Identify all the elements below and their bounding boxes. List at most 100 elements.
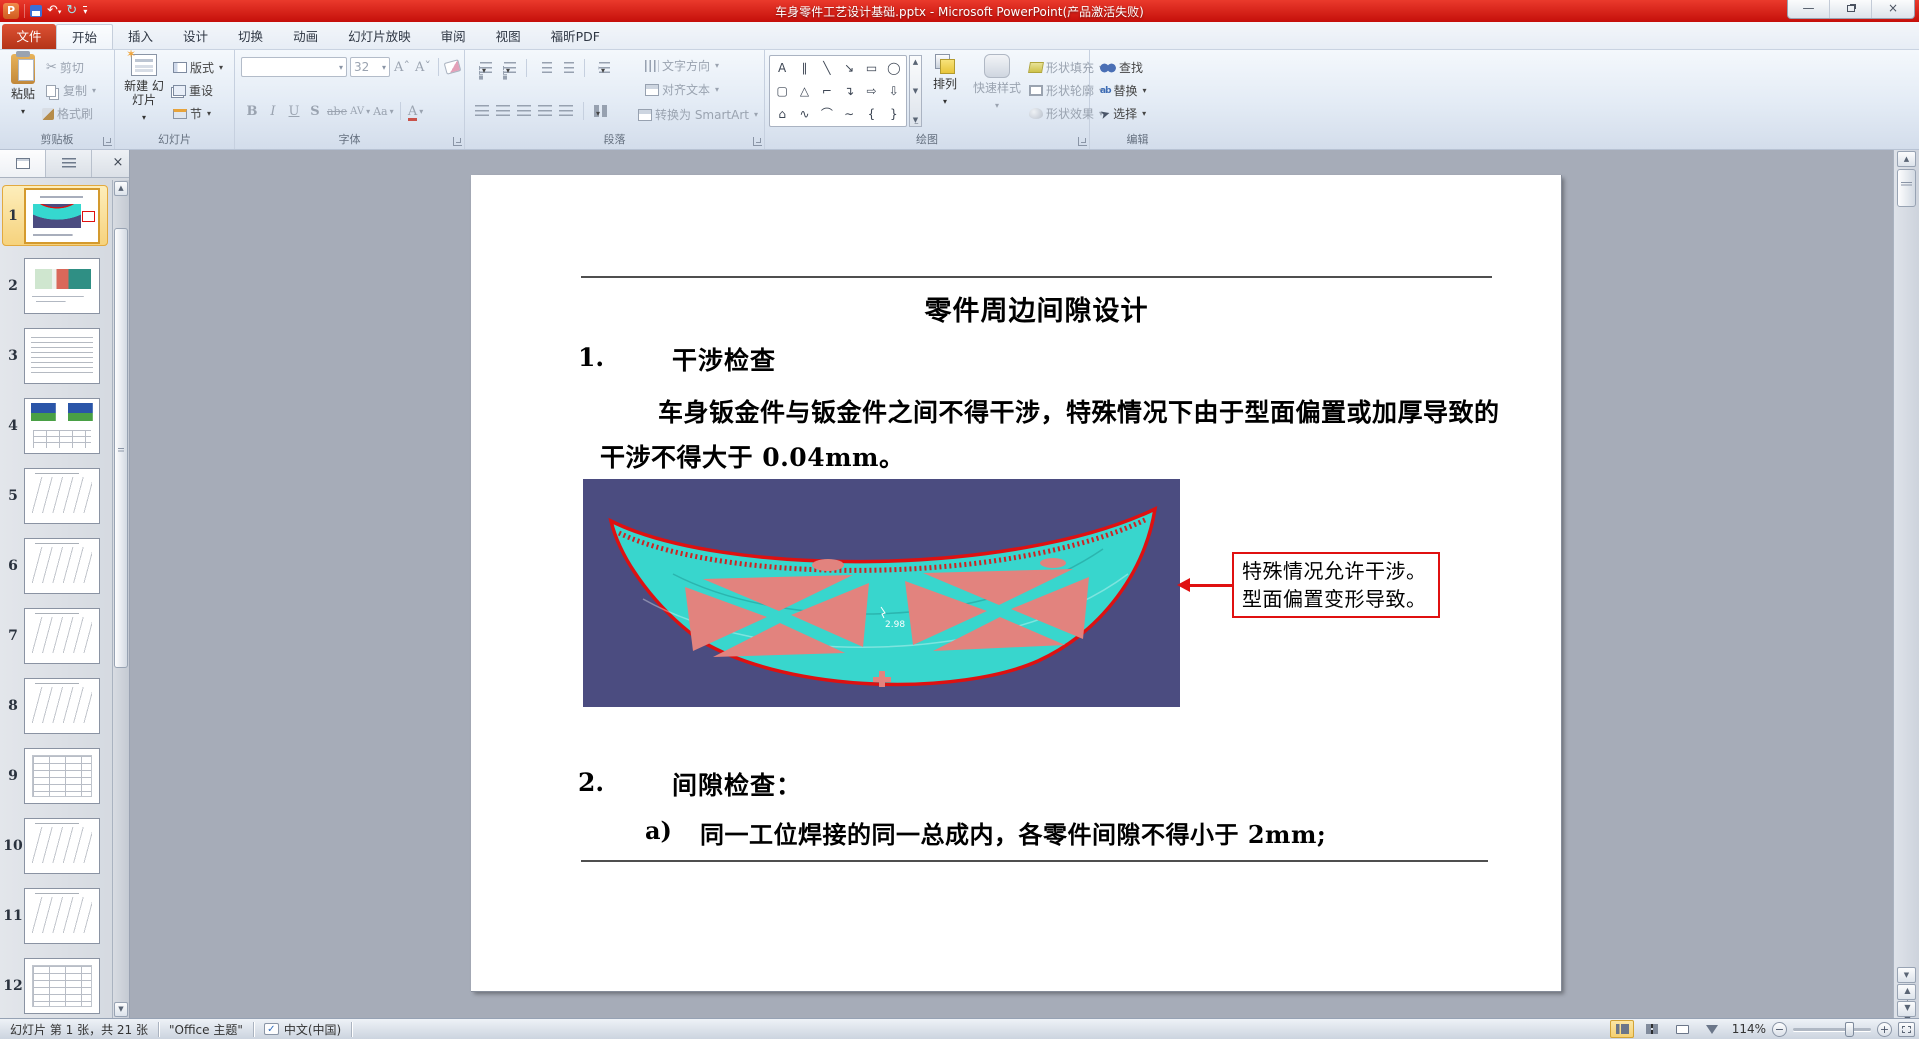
slide-thumbnail-7[interactable]: 7 [2,605,108,666]
tab-home[interactable]: 开始 [56,24,114,49]
tab-view[interactable]: 视图 [481,24,536,49]
tab-foxit-pdf[interactable]: 福昕PDF [536,24,615,49]
bold-button[interactable]: B [243,102,261,120]
tab-animations[interactable]: 动画 [278,24,333,49]
underline-button[interactable]: U [285,102,303,120]
arc-shape-icon[interactable]: ⌒ [821,104,833,124]
arrow-shape-icon[interactable]: ↘ [844,58,854,78]
drawing-dialog-launcher[interactable] [1078,137,1087,146]
copy-button[interactable]: 复制 [46,82,96,99]
gap-check-rule-text[interactable]: 同一工位焊接的同一总成内，各零件间隙不得小于 2mm; [700,815,1326,850]
replace-button[interactable]: ab 替换 [1100,82,1147,99]
align-text-button[interactable]: 对齐文本 [645,81,719,98]
clipboard-dialog-launcher[interactable] [103,137,112,146]
slides-thumbnails-tab[interactable] [0,150,46,177]
tab-design[interactable]: 设计 [168,24,223,49]
line-spacing-button[interactable] [599,62,610,74]
align-left-button[interactable] [475,105,489,117]
fit-slide-to-window-button[interactable] [1898,1021,1915,1037]
body-text-line-1[interactable]: 车身钣金件与钣金件之间不得干涉，特殊情况下由于型面偏置或加厚导致的 [658,393,1500,429]
minimize-button[interactable]: — [1788,0,1830,18]
scrollbar-thumb[interactable] [1897,169,1916,207]
undo-icon[interactable]: ↶▾ [47,3,61,20]
arrange-button[interactable]: 排列 [925,54,965,126]
layout-button[interactable]: 版式 [173,59,223,76]
convert-to-smartart-button[interactable]: 转换为 SmartArt [638,106,758,123]
scribble-shape-icon[interactable]: ∿ [799,104,809,124]
slideshow-view-button[interactable] [1700,1020,1724,1038]
slide-editing-area[interactable]: 零件周边间隙设计 1. 干涉检查 车身钣金件与钣金件之间不得干涉，特殊情况下由于… [471,175,1561,991]
right-arrow-shape-icon[interactable]: ⇨ [866,81,876,101]
paragraph-dialog-launcher[interactable] [753,137,762,146]
close-pane-icon[interactable]: × [107,150,129,177]
paste-button[interactable]: 粘贴 [2,51,44,126]
next-slide-button[interactable]: ▼▼ [1897,1001,1916,1024]
language-status[interactable]: ✓ 中文(中国) [254,1021,351,1038]
align-center-button[interactable] [496,105,510,117]
numbering-button[interactable] [504,62,516,74]
slide-thumbnail-6[interactable]: 6 [2,535,108,596]
redo-icon[interactable]: ↻ [66,3,77,19]
slide-thumbnail-5[interactable]: 5 [2,465,108,526]
editing-canvas[interactable]: 零件周边间隙设计 1. 干涉检查 车身钣金件与钣金件之间不得干涉，特殊情况下由于… [130,150,1893,1018]
font-color-icon[interactable]: A [407,104,418,121]
strikethrough-button[interactable]: abe [327,102,347,120]
clear-formatting-icon[interactable] [443,59,462,75]
slide-thumbnail-1[interactable]: 1 [2,185,108,246]
down-arrow-shape-icon[interactable]: ⇩ [889,81,899,101]
normal-view-button[interactable] [1610,1020,1634,1038]
body-text-line-2[interactable]: 干涉不得大于 0.04mm。 [600,438,905,474]
panel-scrollbar[interactable]: ▲ ▼ [112,180,129,1018]
rectangle-shape-icon[interactable]: ▭ [866,58,877,78]
tab-file[interactable]: 文件 [2,24,56,49]
heading-interference-check[interactable]: 干涉检查 [672,341,776,377]
zoom-slider-thumb[interactable] [1845,1021,1854,1037]
tab-review[interactable]: 审阅 [426,24,481,49]
quick-styles-button[interactable]: 快速样式 [969,54,1025,126]
grow-font-button[interactable]: Aˆ [393,58,411,76]
align-right-button[interactable] [517,105,531,117]
scroll-up-button[interactable]: ▲ [1897,151,1916,167]
cad-interference-image[interactable]: 2.98 [583,479,1180,707]
close-button[interactable]: × [1872,0,1914,18]
change-case-button[interactable]: Aa [373,102,394,120]
shrink-font-button[interactable]: Aˇ [414,58,432,76]
panel-scrollbar-thumb[interactable] [114,228,128,668]
find-button[interactable]: 查找 [1100,59,1143,76]
character-spacing-button[interactable]: AV [350,102,370,120]
oval-shape-icon[interactable]: ◯ [887,58,900,78]
slide-thumbnail-11[interactable]: 11 [2,885,108,946]
restore-button[interactable] [1830,0,1872,18]
reading-view-button[interactable] [1670,1020,1694,1038]
select-button[interactable]: ➤ 选择 [1098,105,1146,122]
slide-thumbnail-10[interactable]: 10 [2,815,108,876]
customize-qat-icon[interactable]: ▾ [83,6,88,16]
zoom-in-button[interactable]: + [1877,1021,1892,1037]
scroll-down-icon[interactable]: ▼ [913,87,918,95]
scroll-down-button[interactable]: ▼ [1897,967,1916,983]
right-brace-shape-icon[interactable]: } [890,104,898,124]
elbow-arrow-connector-shape-icon[interactable]: ↴ [844,81,854,101]
bullets-button[interactable] [480,62,492,74]
freeform-shape-icon[interactable]: ⌂ [778,104,786,124]
scroll-down-button[interactable]: ▼ [114,1002,128,1017]
slide-thumbnail-3[interactable]: 3 [2,325,108,386]
tab-insert[interactable]: 插入 [113,24,168,49]
italic-button[interactable]: I [264,102,282,120]
scroll-up-icon[interactable]: ▲ [913,58,918,66]
previous-slide-button[interactable]: ▲▲ [1897,984,1916,1007]
line-shape-icon[interactable]: ╲ [823,58,830,78]
section-button[interactable]: 节 [173,105,211,122]
text-direction-button[interactable]: 文字方向 [645,57,719,74]
vertical-scrollbar[interactable]: ▲ ▼ ▲▲ ▼▼ [1893,150,1919,1024]
font-size-combobox[interactable]: 32 ▾ [350,57,390,77]
rounded-rectangle-shape-icon[interactable]: ▢ [776,81,787,101]
shapes-gallery-scrollbar[interactable]: ▲ ▼ ▼̲ [909,55,922,127]
zoom-slider-track[interactable] [1793,1021,1871,1037]
outline-tab[interactable] [46,150,92,177]
font-name-combobox[interactable]: ▾ [241,57,347,77]
save-icon[interactable] [30,5,42,17]
new-slide-button[interactable]: 新建 幻灯片 [121,47,167,126]
slide-thumbnail-2[interactable]: 2 [2,255,108,316]
decrease-indent-button[interactable] [542,62,552,74]
